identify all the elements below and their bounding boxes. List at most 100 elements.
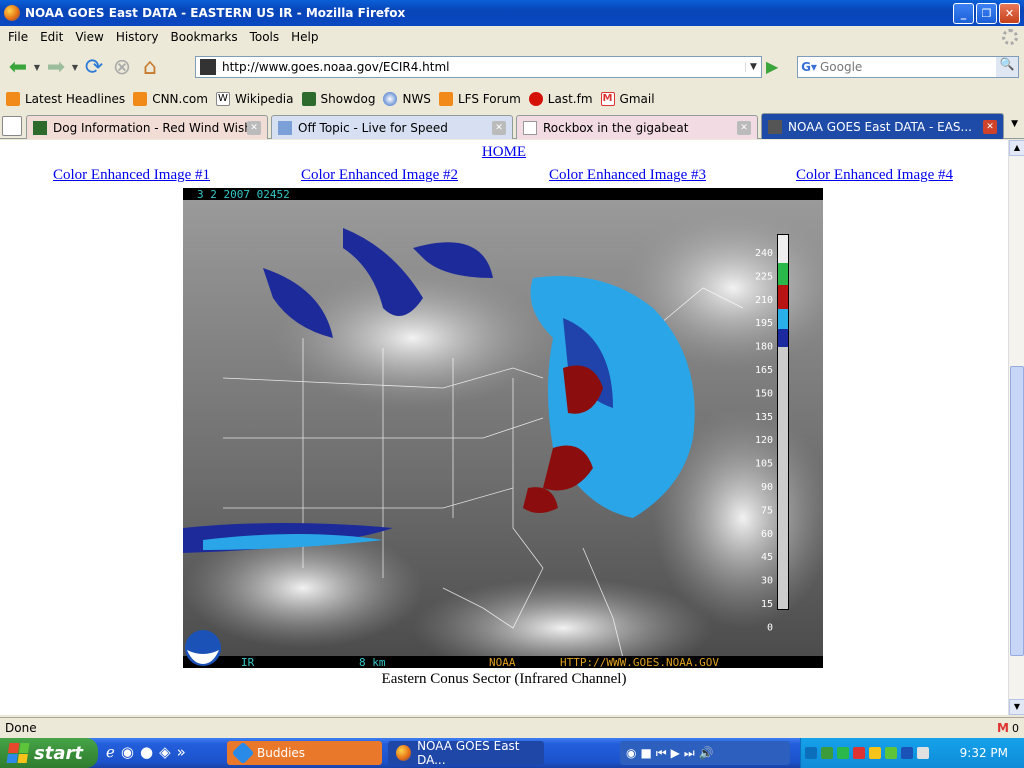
rss-icon — [6, 92, 20, 106]
minimize-button[interactable]: _ — [953, 3, 974, 24]
search-icon[interactable]: 🔍 — [996, 57, 1018, 77]
scroll-down-button[interactable]: ▼ — [1009, 699, 1024, 715]
bookmark-wikipedia[interactable]: W Wikipedia — [215, 92, 294, 106]
media-player-controls: ◉ ■ ⏮ ▶ ⏭ 🔊 — [620, 741, 790, 765]
stop-button[interactable]: ⊗ — [108, 53, 136, 81]
bookmark-label: Gmail — [619, 92, 655, 106]
forward-button[interactable]: ➡ — [42, 53, 70, 81]
back-button[interactable]: ⬅ — [4, 53, 32, 81]
bookmark-lfs-forum[interactable]: LFS Forum — [438, 92, 521, 106]
bluetooth-icon[interactable] — [901, 747, 913, 759]
scale-label: 210 — [755, 295, 773, 306]
clock: 9:32 PM — [959, 746, 1008, 760]
security-icon[interactable] — [853, 747, 865, 759]
buddies-icon — [231, 741, 255, 765]
bookmark-label: Latest Headlines — [25, 92, 126, 106]
back-history-dropdown[interactable]: ▼ — [32, 63, 42, 72]
expand-quick-launch-icon[interactable]: » — [177, 743, 186, 761]
image-band-label: IR — [241, 656, 255, 668]
enhanced-image-3-link[interactable]: Color Enhanced Image #3 — [549, 167, 706, 184]
winamp-icon[interactable]: ◈ — [159, 743, 171, 761]
bookmark-cnn[interactable]: CNN.com — [133, 92, 208, 106]
home-button[interactable]: ⌂ — [136, 53, 164, 81]
window-titlebar: NOAA GOES East DATA - EASTERN US IR - Mo… — [0, 0, 1024, 26]
tab-label: Dog Information - Red Wind Wish Upo... — [53, 120, 247, 135]
volume-icon[interactable]: 🔊 — [699, 746, 714, 760]
media-player-icon[interactable]: ◉ — [626, 746, 636, 760]
wireless-icon[interactable] — [837, 747, 849, 759]
menu-view[interactable]: View — [69, 30, 109, 44]
bookmark-label: NWS — [402, 92, 431, 106]
address-bar[interactable]: ▼ — [195, 56, 762, 78]
tab-off-topic[interactable]: Off Topic - Live for Speed ✕ — [271, 115, 513, 139]
menu-bookmarks[interactable]: Bookmarks — [165, 30, 244, 44]
url-history-dropdown[interactable]: ▼ — [745, 62, 761, 72]
enhanced-image-2-link[interactable]: Color Enhanced Image #2 — [301, 167, 458, 184]
menu-tools[interactable]: Tools — [244, 30, 286, 44]
close-tab-icon[interactable]: ✕ — [492, 120, 506, 135]
messenger-icon[interactable] — [885, 747, 897, 759]
enhanced-image-4-link[interactable]: Color Enhanced Image #4 — [796, 167, 953, 184]
rss-icon — [438, 92, 453, 106]
home-link[interactable]: HOME — [482, 144, 526, 160]
start-label: start — [34, 742, 83, 764]
close-tab-icon[interactable]: ✕ — [983, 119, 997, 134]
tab-rockbox[interactable]: Rockbox in the gigabeat ✕ — [516, 115, 758, 139]
page-scrollbar[interactable]: ▲ ▼ — [1008, 140, 1024, 715]
menu-edit[interactable]: Edit — [34, 30, 69, 44]
play-icon[interactable]: ▶ — [671, 746, 680, 760]
scale-label: 240 — [755, 248, 773, 259]
ie-icon[interactable]: ℯ — [106, 743, 115, 761]
network-icon[interactable] — [821, 747, 833, 759]
bookmarks-toolbar: Latest Headlines CNN.com W Wikipedia Sho… — [0, 88, 1024, 110]
forward-history-dropdown[interactable]: ▼ — [70, 63, 80, 72]
scale-label: 45 — [761, 552, 773, 563]
bookmark-gmail[interactable]: M Gmail — [600, 92, 655, 106]
close-tab-icon[interactable]: ✕ — [737, 120, 751, 135]
search-input[interactable] — [820, 60, 996, 74]
gmail-icon: M — [997, 721, 1009, 735]
enhanced-image-1-link[interactable]: Color Enhanced Image #1 — [53, 167, 210, 184]
tray-expand-icon[interactable] — [805, 747, 817, 759]
antivirus-icon[interactable] — [869, 747, 881, 759]
taskbar-item-firefox[interactable]: NOAA GOES East DA... — [388, 739, 544, 767]
quick-launch: ℯ ◉ ● ◈ » — [106, 743, 186, 761]
url-input[interactable] — [222, 60, 745, 74]
gmail-notifier[interactable]: M 0 — [997, 721, 1019, 735]
go-button[interactable]: ▶ — [766, 57, 786, 77]
scale-label: 150 — [755, 388, 773, 399]
updates-icon[interactable] — [917, 747, 929, 759]
bookmark-label: Last.fm — [547, 92, 593, 106]
menu-history[interactable]: History — [110, 30, 165, 44]
scale-label: 180 — [755, 342, 773, 353]
scale-label: 105 — [755, 459, 773, 470]
menu-file[interactable]: File — [2, 30, 34, 44]
scroll-up-button[interactable]: ▲ — [1009, 140, 1024, 156]
window-controls: _ ❐ ✕ — [953, 3, 1020, 24]
lfs-icon — [278, 120, 292, 135]
tab-dog-information[interactable]: Dog Information - Red Wind Wish Upo... ✕ — [26, 115, 268, 139]
bookmark-lastfm[interactable]: Last.fm — [528, 92, 593, 106]
scroll-thumb[interactable] — [1010, 366, 1024, 656]
new-tab-button[interactable] — [2, 116, 22, 136]
media-player-icon[interactable]: ◉ — [121, 743, 134, 761]
close-window-button[interactable]: ✕ — [999, 3, 1020, 24]
tab-noaa-goes[interactable]: NOAA GOES East DATA - EAS... ✕ — [761, 113, 1004, 139]
bookmark-showdog[interactable]: Showdog — [301, 92, 375, 106]
previous-track-icon[interactable]: ⏮ — [656, 746, 667, 761]
tab-bar: Dog Information - Red Wind Wish Upo... ✕… — [0, 113, 1024, 139]
bookmark-latest-headlines[interactable]: Latest Headlines — [6, 92, 125, 106]
menu-help[interactable]: Help — [285, 30, 324, 44]
taskbar-item-buddies[interactable]: Buddies — [227, 741, 382, 765]
reload-button[interactable]: ⟳ — [80, 53, 108, 81]
stop-media-icon[interactable]: ■ — [640, 746, 651, 760]
restore-button[interactable]: ❐ — [976, 3, 997, 24]
firefox-icon[interactable]: ● — [140, 743, 153, 761]
start-button[interactable]: start — [0, 738, 98, 768]
close-tab-icon[interactable]: ✕ — [247, 120, 261, 135]
bookmark-nws[interactable]: NWS — [383, 92, 431, 106]
tab-list-dropdown[interactable]: ▼ — [1011, 119, 1018, 129]
taskbar-item-label: NOAA GOES East DA... — [417, 739, 520, 767]
next-track-icon[interactable]: ⏭ — [684, 746, 695, 761]
search-engine-selector[interactable]: G▾ — [798, 60, 820, 74]
